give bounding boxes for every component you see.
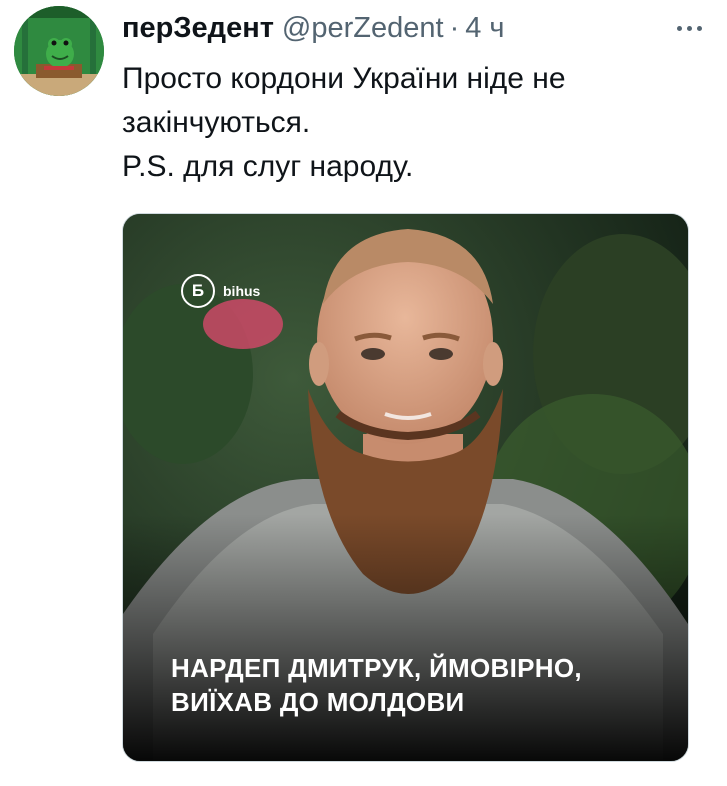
tweet-text: Просто кордони України ніде не закінчуют… [122,57,702,189]
caption-line: ВИЇХАВ ДО МОЛДОВИ [171,687,465,717]
caption-line: НАРДЕП ДМИТРУК, ЙМОВІРНО, [171,653,582,683]
bihus-brand: Б bihus [181,274,260,308]
frog-avatar-icon [14,6,104,96]
author-handle[interactable]: @perZedent [282,12,444,45]
header-separator: · [449,11,460,44]
media-caption: НАРДЕП ДМИТРУК, ЙМОВІРНО, ВИЇХАВ ДО МОЛД… [171,651,651,719]
bihus-logo-icon: Б [181,274,215,308]
tweet-text-line: закінчуються. [122,106,311,139]
tweet-header: перЗедент @perZedent · 4 ч [122,10,505,46]
more-dot [696,25,702,31]
author-avatar[interactable] [14,6,104,96]
more-dot [686,25,692,31]
brand-name: bihus [223,283,261,299]
author-name[interactable]: перЗедент [122,12,274,45]
tweet-text-line: Просто кордони України ніде не [122,62,566,95]
tweet-timestamp[interactable]: 4 ч [465,12,504,45]
tweet-text-line: P.S. для слуг народу. [122,150,414,183]
more-options-button[interactable] [669,14,709,42]
tweet-media-image[interactable]: Б bihus НАРДЕП ДМИТРУК, ЙМОВІРНО, ВИЇХАВ… [122,213,689,762]
more-horizontal-icon [676,25,682,31]
